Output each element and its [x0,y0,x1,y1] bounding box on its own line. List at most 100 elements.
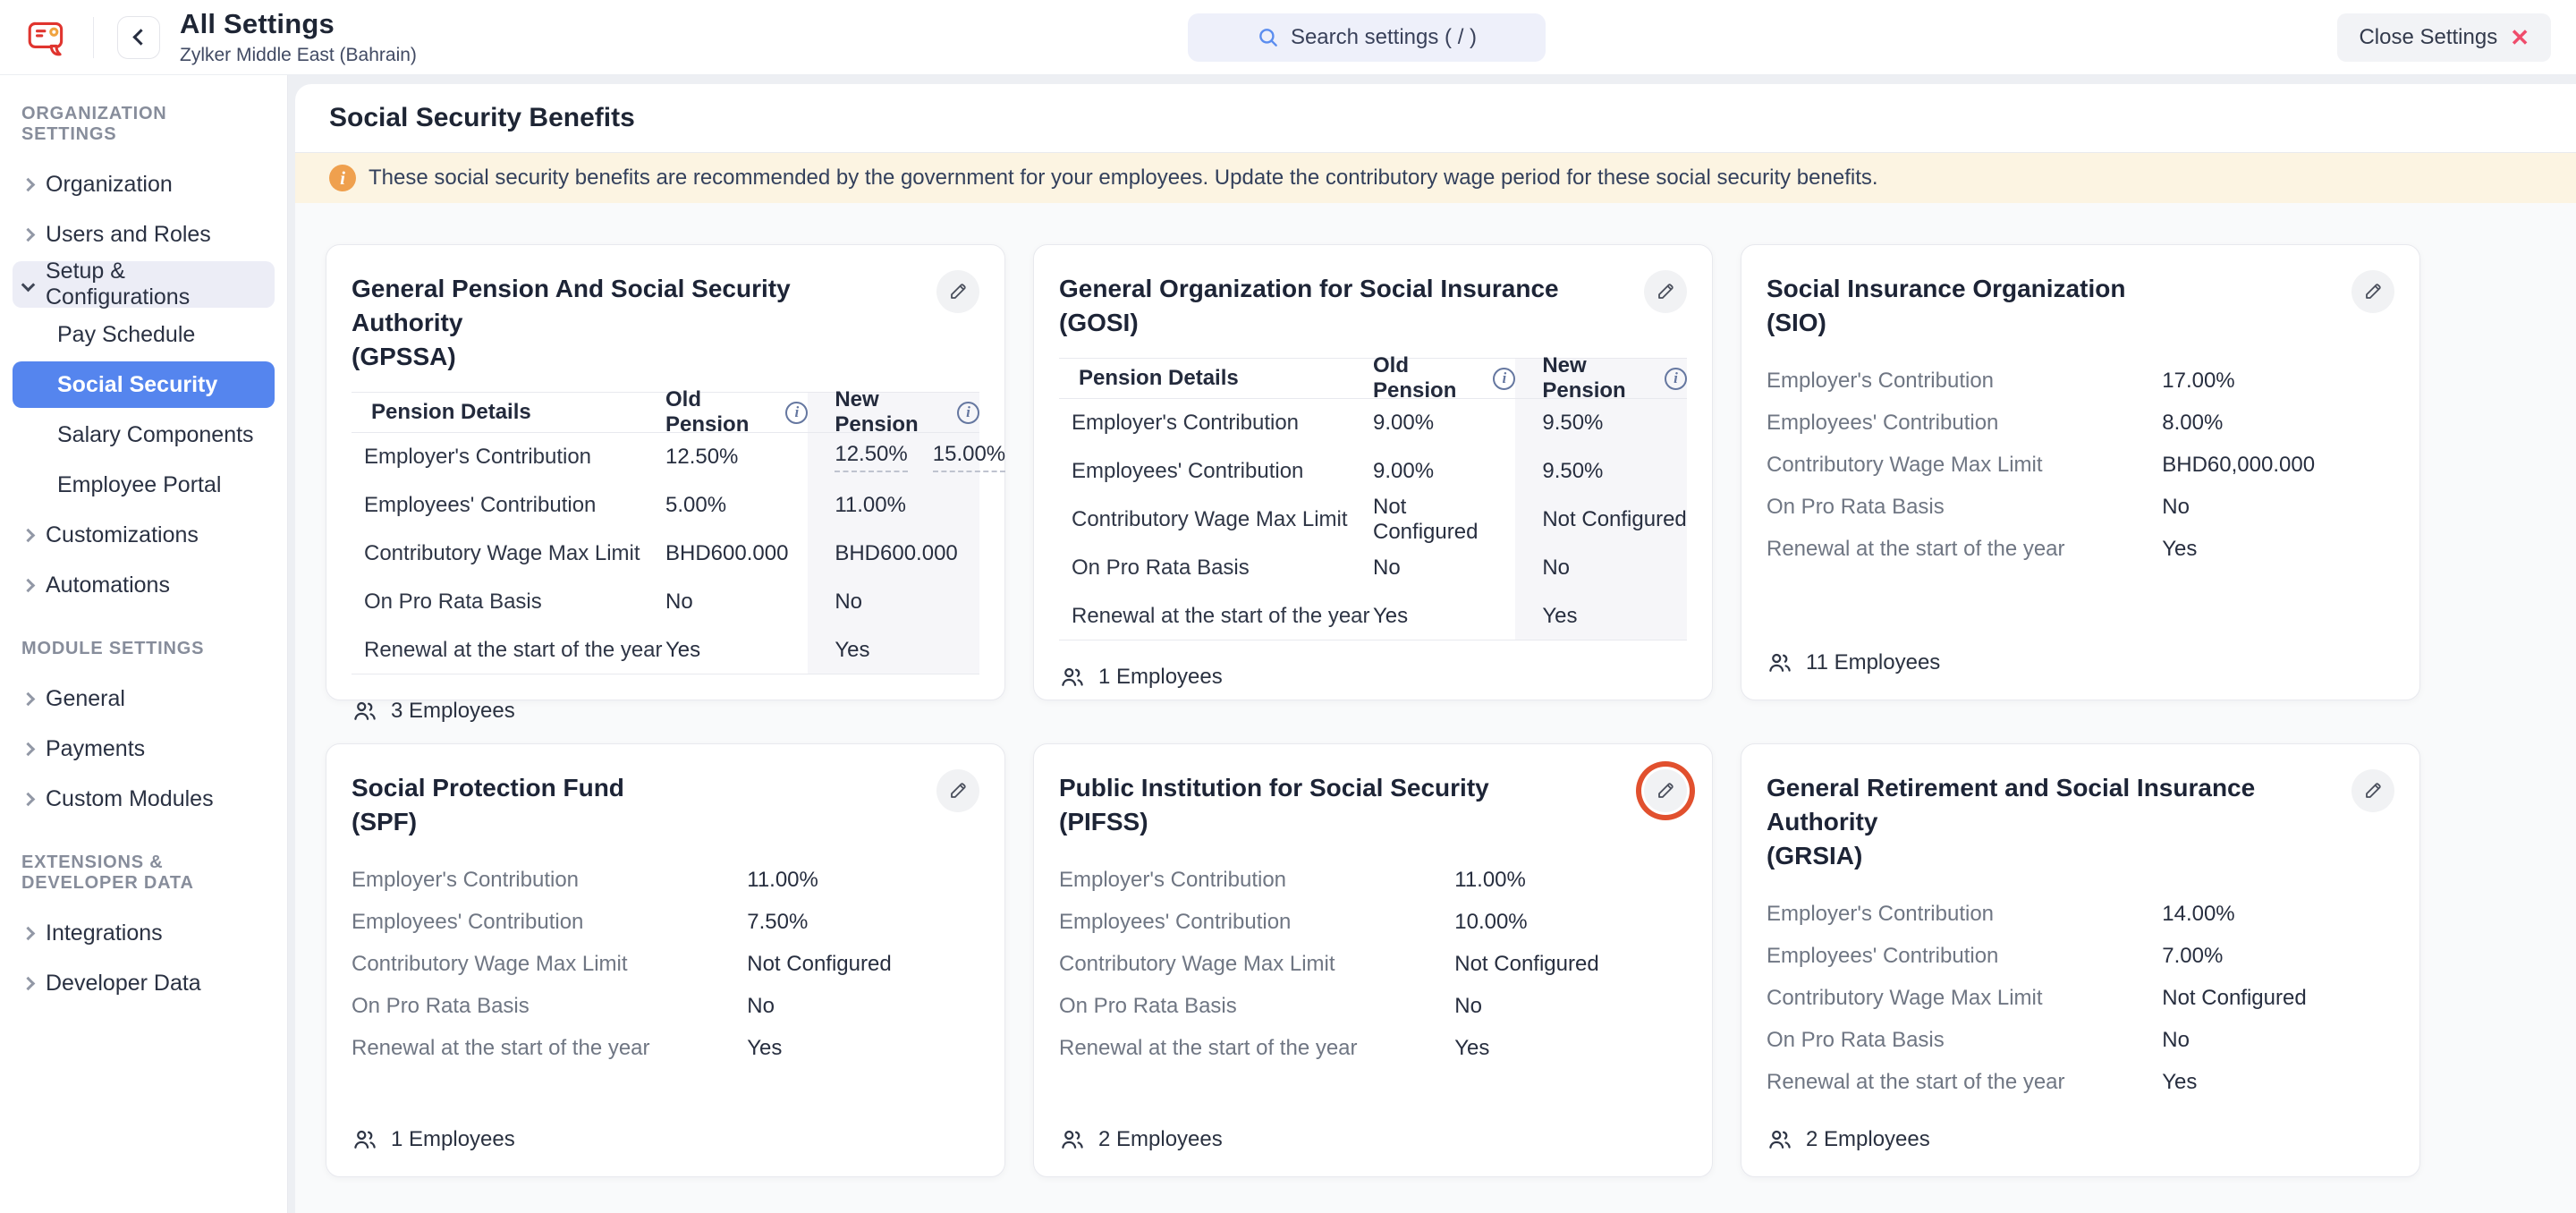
card-gpssa: General Pension And Social Security Auth… [326,244,1005,700]
row-label: Renewal at the start of the year [1767,537,2162,562]
employees-count[interactable]: 2 Employees [1098,1127,1223,1152]
info-icon[interactable]: i [1493,368,1515,390]
sidebar-item-label: Custom Modules [46,786,214,812]
row-old-value: Yes [665,626,808,674]
info-banner: i These social security benefits are rec… [295,153,2576,203]
row-value: No [1454,994,1482,1019]
employees-count[interactable]: 1 Employees [391,1127,515,1152]
row-value: Not Configured [2162,986,2306,1011]
row-value: Not Configured [747,952,891,977]
sidebar-item-organization[interactable]: Organization [13,161,275,208]
pencil-icon [947,281,969,302]
edit-button-gpssa[interactable] [936,270,979,313]
row-value: Yes [2162,1070,2197,1095]
pension-table: Pension Details Old Pension i New Pensio… [1059,358,1687,640]
close-settings-button[interactable]: Close Settings ✕ [2337,13,2551,62]
edit-button-pifss[interactable] [1644,769,1687,812]
search-placeholder: Search settings ( / ) [1291,25,1477,50]
column-header-old-pension: Old Pension i [665,392,808,433]
row-label: On Pro Rata Basis [1059,994,1454,1019]
back-button[interactable] [117,16,160,59]
sidebar-item-label: Social Security [57,372,217,398]
row-label: Renewal at the start of the year [1059,1036,1454,1061]
new-pension-value[interactable]: 12.50% [835,442,907,472]
users-icon [1059,1126,1086,1153]
row-label: On Pro Rata Basis [352,994,747,1019]
employees-count[interactable]: 11 Employees [1806,650,1940,675]
main-panel: Social Security Benefits i These social … [295,84,2576,1213]
info-banner-text: These social security benefits are recom… [369,165,1878,191]
chevron-right-icon [21,691,36,706]
edit-button-spf[interactable] [936,769,979,812]
row-value: 17.00% [2162,369,2234,394]
app-window: All Settings Zylker Middle East (Bahrain… [0,0,2576,1213]
card-title: Social Insurance Organization (SIO) [1767,272,2394,340]
info-icon[interactable]: i [957,402,979,424]
sidebar-item-social-security[interactable]: Social Security [13,361,275,408]
section-extensions-developer-data: EXTENSIONS & DEVELOPER DATA [13,852,275,894]
employees-footer: 2 Employees [1767,1103,2394,1153]
row-old-value: Not Configured [1373,496,1515,544]
row-value: 7.00% [2162,944,2223,969]
card-name: General Retirement and Social Insurance … [1767,774,2255,836]
edit-button-sio[interactable] [2351,270,2394,313]
row-label: Employees' Contribution [352,481,665,530]
sidebar-item-setup-configurations[interactable]: Setup & Configurations [13,261,275,308]
employees-count[interactable]: 3 Employees [391,699,515,724]
card-sio: Social Insurance Organization (SIO) Empl… [1741,244,2420,700]
sidebar-item-integrations[interactable]: Integrations [13,910,275,956]
column-header-details: Pension Details [352,392,665,433]
search-input[interactable]: Search settings ( / ) [1188,13,1546,62]
chevron-left-icon [132,29,148,45]
sidebar-item-label: Pay Schedule [57,322,195,348]
row-value: 11.00% [1454,868,1526,893]
sidebar-item-general[interactable]: General [13,675,275,722]
row-label: Employer's Contribution [1059,399,1373,447]
info-icon[interactable]: i [1665,368,1687,390]
sidebar-item-pay-schedule[interactable]: Pay Schedule [13,311,275,358]
row-value: No [747,994,775,1019]
card-title: General Pension And Social Security Auth… [352,272,979,374]
sidebar-item-payments[interactable]: Payments [13,725,275,772]
close-icon: ✕ [2510,24,2529,52]
row-label: Employees' Contribution [1059,910,1454,935]
row-new-value: 9.50% [1515,447,1687,496]
sidebar-item-employee-portal[interactable]: Employee Portal [13,462,275,508]
edit-button-grsia[interactable] [2351,769,2394,812]
pencil-icon [947,780,969,802]
row-label: Renewal at the start of the year [352,626,665,674]
sidebar-item-developer-data[interactable]: Developer Data [13,960,275,1006]
sidebar-item-users-and-roles[interactable]: Users and Roles [13,211,275,258]
row-value: Not Configured [1454,952,1598,977]
column-header-old-pension: Old Pension i [1373,358,1515,399]
sidebar-item-salary-components[interactable]: Salary Components [13,411,275,458]
header-divider [93,17,94,58]
sidebar-item-customizations[interactable]: Customizations [13,512,275,558]
chevron-right-icon [21,578,36,592]
row-new-value: 11.00% [808,481,979,530]
card-abbr: (GPSSA) [352,340,899,374]
organization-name: Zylker Middle East (Bahrain) [180,45,417,66]
row-label: Contributory Wage Max Limit [1059,496,1373,544]
employees-count[interactable]: 2 Employees [1806,1127,1930,1152]
info-icon[interactable]: i [785,402,808,424]
card-name: Social Insurance Organization [1767,275,2125,302]
card-abbr: (SIO) [1767,306,2314,340]
users-icon [1767,649,1793,676]
chevron-right-icon [21,792,36,806]
sidebar-item-label: Developer Data [46,971,201,997]
employees-footer: 1 Employees [352,1103,979,1153]
sidebar-item-automations[interactable]: Automations [13,562,275,608]
card-abbr: (GRSIA) [1767,839,2314,873]
edit-button-gosi[interactable] [1644,270,1687,313]
employees-count[interactable]: 1 Employees [1098,665,1223,690]
row-label: Employer's Contribution [352,433,665,481]
users-icon [1767,1126,1793,1153]
new-pension-alt-value[interactable]: 15.00% [933,442,1005,472]
sidebar-item-custom-modules[interactable]: Custom Modules [13,776,275,822]
row-label: Contributory Wage Max Limit [1059,952,1454,977]
card-grsia: General Retirement and Social Insurance … [1741,743,2420,1177]
payroll-logo-icon[interactable] [25,15,70,60]
row-old-value: Yes [1373,592,1515,640]
settings-sidebar: ORGANIZATION SETTINGS Organization Users… [0,75,288,1213]
